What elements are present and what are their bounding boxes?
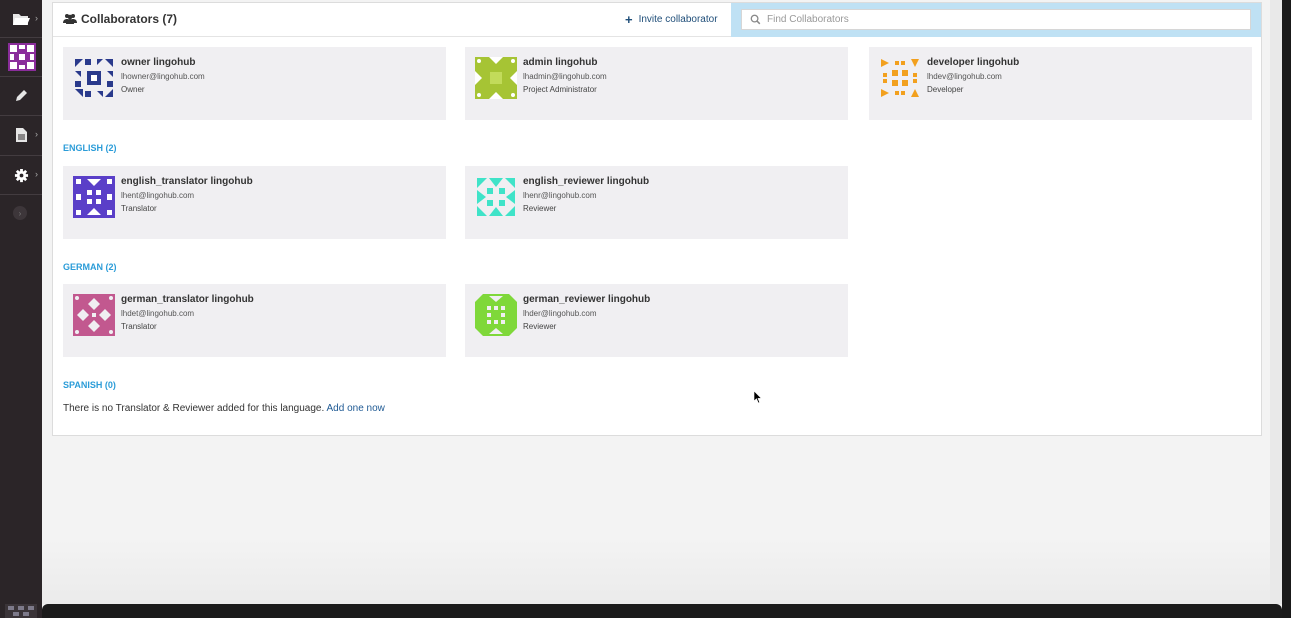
collaborator-card[interactable]: admin lingohub lhadmin@lingohub.com Proj…	[465, 47, 848, 120]
gear-icon	[14, 168, 28, 182]
collaborator-email: lhowner@lingohub.com	[121, 72, 205, 81]
collaborator-name: owner lingohub	[121, 57, 196, 68]
settings-menu[interactable]: ›	[0, 156, 42, 194]
collaborator-role: Translator	[121, 322, 157, 331]
collaborator-email: lhder@lingohub.com	[523, 309, 597, 318]
collaborator-role: Project Administrator	[523, 85, 597, 94]
collaborator-role: Owner	[121, 85, 145, 94]
projects-menu[interactable]: ›	[0, 0, 42, 38]
collaborator-card[interactable]: english_translator lingohub lhent@lingoh…	[63, 166, 446, 239]
sidebar-expand-button[interactable]: ›	[13, 206, 27, 220]
collaborator-email: lhenr@lingohub.com	[523, 191, 597, 200]
page-background	[42, 540, 1270, 604]
avatar	[475, 294, 517, 336]
invite-collaborator-label: Invite collaborator	[638, 14, 718, 25]
empty-language-message: There is no Translator & Reviewer added …	[63, 403, 385, 414]
page-title: Collaborators (7)	[63, 12, 177, 26]
collaborator-role: Reviewer	[523, 204, 557, 213]
avatar	[73, 294, 115, 336]
sidebar-divider	[0, 37, 42, 38]
document-icon	[15, 128, 27, 142]
avatar	[5, 604, 37, 618]
editor-menu[interactable]	[0, 77, 42, 115]
section-title-spanish: SPANISH (0)	[63, 380, 116, 390]
empty-language-text: There is no Translator & Reviewer added …	[63, 403, 325, 414]
collaborator-name: english_reviewer lingohub	[523, 176, 650, 187]
folder-icon	[13, 14, 30, 25]
sidebar: › › › ›	[0, 0, 42, 618]
invite-collaborator-button[interactable]: + Invite collaborator	[625, 11, 718, 27]
collaborator-email: lhdet@lingohub.com	[121, 309, 195, 318]
search-input[interactable]	[767, 14, 1237, 25]
page-title-text: Collaborators (7)	[81, 12, 178, 26]
collaborator-name: developer lingohub	[927, 57, 1020, 68]
avatar	[881, 59, 919, 97]
collaborator-name: admin lingohub	[523, 57, 598, 68]
pencil-icon	[16, 90, 27, 101]
collaborator-card[interactable]: german_reviewer lingohub lhder@lingohub.…	[465, 284, 848, 357]
plus-icon: +	[625, 11, 633, 27]
avatar	[477, 178, 515, 216]
users-icon	[63, 14, 77, 24]
section-title-english: ENGLISH (2)	[63, 143, 117, 153]
avatar	[475, 57, 517, 99]
documents-menu[interactable]: ›	[0, 116, 42, 154]
mouse-cursor-icon	[754, 391, 762, 403]
chevron-right-icon: ›	[35, 129, 38, 139]
chevron-right-icon: ›	[35, 169, 38, 179]
section-title-german: GERMAN (2)	[63, 262, 117, 272]
collaborator-role: Developer	[927, 85, 964, 94]
collaborator-email: lhadmin@lingohub.com	[523, 72, 607, 81]
collaborator-card[interactable]: developer lingohub lhdev@lingohub.com De…	[869, 47, 1252, 120]
collaborator-name: english_translator lingohub	[121, 176, 253, 187]
add-one-now-link[interactable]: Add one now	[327, 403, 385, 414]
avatar	[73, 176, 115, 218]
bottom-bar	[42, 604, 1282, 618]
project-avatar[interactable]	[8, 43, 36, 71]
window-edge	[1282, 0, 1291, 618]
collaborator-card[interactable]: german_translator lingohub lhdet@lingohu…	[63, 284, 446, 357]
scrollbar-track[interactable]	[1270, 0, 1282, 604]
collaborator-card[interactable]: owner lingohub lhowner@lingohub.com Owne…	[63, 47, 446, 120]
search-box[interactable]	[741, 9, 1251, 30]
chevron-right-icon: ›	[35, 13, 38, 23]
panel-header: Collaborators (7) + Invite collaborator	[53, 3, 1261, 37]
avatar	[75, 59, 113, 97]
sidebar-divider	[0, 194, 42, 195]
collaborator-name: german_reviewer lingohub	[523, 294, 651, 305]
collaborator-card[interactable]: english_reviewer lingohub lhenr@lingohub…	[465, 166, 848, 239]
collaborator-role: Reviewer	[523, 322, 557, 331]
collaborator-email: lhent@lingohub.com	[121, 191, 195, 200]
chevron-right-icon: ›	[18, 208, 22, 218]
collaborator-email: lhdev@lingohub.com	[927, 72, 1002, 81]
search-area	[731, 3, 1261, 37]
search-icon	[750, 14, 761, 25]
collaborator-name: german_translator lingohub	[121, 294, 254, 305]
collaborator-role: Translator	[121, 204, 157, 213]
collaborators-panel: Collaborators (7) + Invite collaborator …	[52, 2, 1262, 436]
